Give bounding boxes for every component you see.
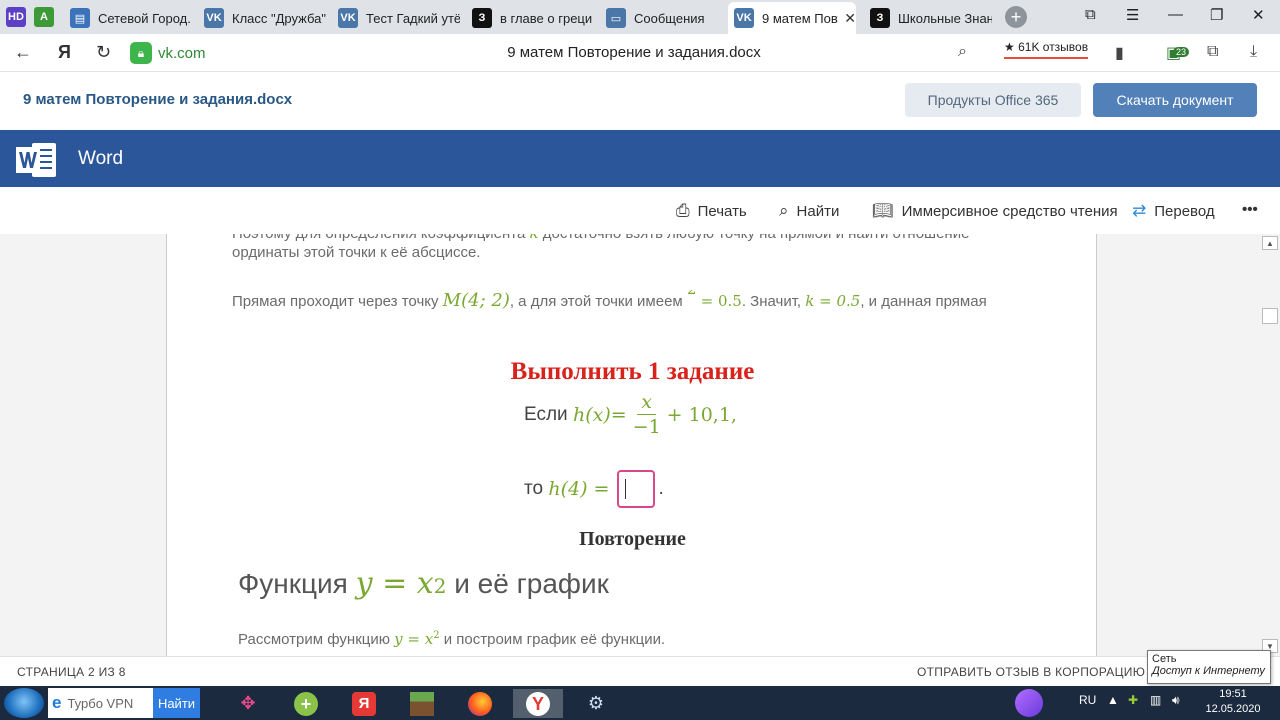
yandex-browser-icon[interactable]: Y: [513, 689, 563, 718]
tray-app-icon[interactable]: ✚: [1128, 693, 1138, 707]
tab-soobshcheniya[interactable]: ▭ Сообщения: [598, 2, 728, 34]
vk-doc-header: 9 матем Повторение и задания.docx Продук…: [0, 72, 1280, 130]
task-title: Выполнить 1 задание: [510, 358, 755, 385]
function-heading: Функция y = x2 и её график: [238, 566, 609, 601]
app-plus-icon[interactable]: +: [281, 689, 331, 718]
close-window-icon[interactable]: ✕: [1252, 6, 1265, 24]
tab-v-glave[interactable]: З в главе о греци: [464, 2, 594, 34]
taskbar-clock[interactable]: 19:51 12.05.2020: [1198, 687, 1268, 717]
maximize-icon[interactable]: ❐: [1210, 6, 1223, 24]
edge-e-icon: e: [52, 693, 62, 712]
task-equation: Если h(x)= x −1 + 10,1,: [524, 391, 737, 438]
immersive-reader-button[interactable]: 📖︎ Иммерсивное средство чтения: [872, 201, 1118, 221]
word-app-name: Word: [78, 148, 124, 169]
find-button[interactable]: ⌕ Найти: [779, 201, 839, 221]
tab-shkolnye-znaniya[interactable]: З Школьные Знан: [862, 2, 992, 34]
alice-assistant-icon[interactable]: [1015, 689, 1043, 717]
start-button-windows-icon[interactable]: [4, 688, 44, 718]
word-logo-icon: [16, 143, 56, 177]
tab-test-gadkiy[interactable]: VK Тест Гадкий утё: [330, 2, 460, 34]
paragraph-line-3: Прямая проходит через точку M(4; 2), а д…: [232, 290, 987, 311]
vk-icon: VK: [338, 8, 358, 28]
znanija-icon: З: [472, 8, 492, 28]
answer-input[interactable]: [617, 470, 656, 508]
tab-9-matem-active[interactable]: VK 9 матем Повт ✕: [728, 2, 856, 34]
office-products-button[interactable]: Продукты Office 365: [905, 83, 1081, 117]
vk-icon: VK: [734, 8, 754, 28]
paragraph-function-intro: Рассмотрим функцию y = x2 и построим гра…: [238, 630, 666, 648]
address-bar: ← Я ↻ 🔒︎ vk.com 9 матем Повторение и зад…: [0, 34, 1280, 72]
pinned-tab-hd[interactable]: HD: [6, 7, 26, 27]
repeat-title: Повторение: [579, 528, 686, 550]
downloads-count-badge: 23: [1173, 47, 1190, 57]
translate-button[interactable]: ⇄ Перевод: [1132, 201, 1215, 221]
word-toolbar: ⎙ Печать ⌕ Найти 📖︎ Иммерсивное средство…: [0, 187, 1280, 234]
taskbar-search-button[interactable]: Найти: [153, 688, 200, 718]
language-indicator[interactable]: RU: [1079, 693, 1096, 707]
document-icon: ▤: [70, 8, 90, 28]
reviews-badge[interactable]: ★ 61K отзывов: [1004, 40, 1089, 59]
pinned-tab-a[interactable]: A: [34, 7, 54, 27]
translate-icon: ⇄: [1132, 201, 1147, 220]
windows-taskbar: e Турбо VPN Найти ✥ + Я Y ⚙ RU ▲ ✚ ▥ 🔊︎ …: [0, 686, 1280, 720]
app-puzzle-icon[interactable]: ✥: [223, 689, 273, 718]
document-viewport: Поэтому для определения коэффициента k д…: [0, 234, 1280, 656]
minecraft-icon[interactable]: [397, 689, 447, 718]
send-feedback-link[interactable]: ОТПРАВИТЬ ОТЗЫВ В КОРПОРАЦИЮ М: [917, 665, 1159, 679]
chat-icon: ▭: [606, 8, 626, 28]
tabs-menu-icon[interactable]: ⧉: [1085, 6, 1096, 23]
printer-icon: ⎙: [676, 201, 690, 220]
vertical-scrollbar[interactable]: ▲ ▼: [1260, 234, 1280, 656]
steam-icon[interactable]: ⚙: [571, 689, 621, 718]
download-arrow-icon[interactable]: ⤓: [1250, 43, 1257, 61]
word-header: Word: [0, 130, 1280, 187]
status-bar: СТРАНИЦА 2 ИЗ 8 ОТПРАВИТЬ ОТЗЫВ В КОРПОР…: [0, 656, 1280, 686]
collections-icon[interactable]: ⧉: [1207, 43, 1218, 61]
tray-expand-icon[interactable]: ▲: [1107, 693, 1119, 707]
fraction: x −1: [632, 391, 661, 438]
paragraph-line-2: ординаты этой точки к её абсциссе.: [232, 244, 481, 261]
document-page: Поэтому для определения коэффициента k д…: [166, 234, 1097, 656]
print-button[interactable]: ⎙ Печать: [676, 201, 747, 221]
scroll-up-arrow-icon[interactable]: ▲: [1262, 236, 1278, 250]
close-tab-icon[interactable]: ✕: [844, 10, 856, 27]
scroll-thumb[interactable]: [1262, 308, 1278, 324]
new-tab-plus-icon[interactable]: +: [1005, 6, 1027, 28]
zoom-icon[interactable]: ⌕: [958, 43, 967, 61]
vk-icon: VK: [204, 8, 224, 28]
bookmark-icon[interactable]: ▮: [1115, 43, 1124, 63]
download-document-button[interactable]: Скачать документ: [1093, 83, 1257, 117]
yandex-app-icon[interactable]: Я: [339, 689, 389, 718]
page-count: СТРАНИЦА 2 ИЗ 8: [17, 665, 126, 679]
znanija-icon: З: [870, 8, 890, 28]
taskbar-search-input[interactable]: e Турбо VPN: [48, 688, 153, 718]
tab-setevoy-gorod[interactable]: ▤ Сетевой Город.: [62, 2, 192, 34]
browser-tab-strip: HD A ▤ Сетевой Город. VK Класс "Дружба" …: [0, 0, 1280, 34]
paragraph-line-1: Поэтому для определения коэффициента k д…: [232, 234, 969, 242]
more-options-button[interactable]: •••: [1242, 201, 1258, 218]
doc-name[interactable]: 9 матем Повторение и задания.docx: [23, 91, 292, 108]
tab-klass-druzhba[interactable]: VK Класс "Дружба": [196, 2, 326, 34]
volume-icon[interactable]: 🔊︎: [1172, 693, 1180, 708]
minimize-icon[interactable]: —: [1168, 6, 1183, 23]
book-icon: 📖︎: [872, 201, 894, 220]
network-tooltip: Сеть Доступ к Интернету: [1147, 650, 1271, 684]
search-icon: ⌕: [779, 201, 789, 220]
menu-hamburger-icon[interactable]: ☰: [1126, 6, 1139, 24]
firefox-icon[interactable]: [455, 689, 505, 718]
task-question: то h(4) = .: [524, 470, 664, 508]
network-icon[interactable]: ▥: [1150, 693, 1161, 707]
